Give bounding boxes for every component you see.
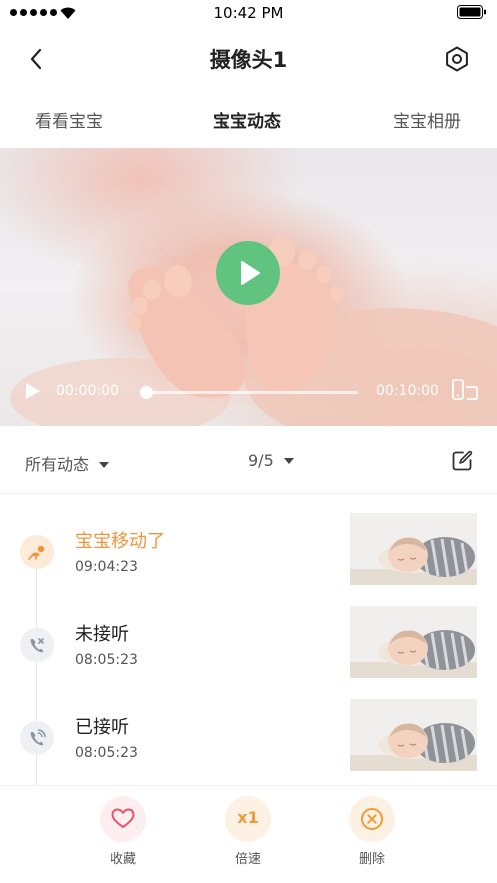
event-icon-badge [20,628,54,662]
speed-button[interactable]: x1 倍速 [213,796,283,867]
event-name: 未接听 [75,624,129,645]
delete-button[interactable]: 删除 [337,796,407,867]
status-bar: 10:42 PM [0,0,497,26]
category-label: 所有动态 [25,455,90,474]
speed-value: x1 [237,808,259,827]
tab-bar: 看看宝宝 宝宝动态 宝宝相册 [0,92,497,148]
date-dropdown[interactable]: 9/5 [248,451,294,470]
tab-baby-activity[interactable]: 宝宝动态 [213,107,281,132]
event-name: 已接听 [75,717,129,738]
navigation-bar: 摄像头1 [0,26,497,92]
event-thumbnail[interactable] [350,699,477,771]
battery-icon [457,5,486,19]
list-item[interactable]: 未接听 08:05:23 [0,606,497,710]
category-dropdown[interactable]: 所有动态 [25,451,110,475]
caret-down-icon [283,457,294,464]
event-thumbnail[interactable] [350,513,477,585]
event-icon-badge [20,721,54,755]
tab-baby-album[interactable]: 宝宝相册 [393,107,461,132]
sleeping-baby-image [350,513,477,585]
tab-watch-baby[interactable]: 看看宝宝 [35,107,103,132]
page-title: 摄像头1 [209,48,288,72]
play-icon [241,261,260,285]
missed-call-icon [30,638,44,653]
control-play-icon[interactable] [24,381,42,401]
answered-call-icon [30,729,46,746]
event-name: 宝宝移动了 [75,531,165,552]
heart-icon [111,808,135,828]
event-icon-badge [20,535,54,569]
speed-label: 倍速 [234,852,261,867]
bottom-action-bar: 收藏 x1 倍速 删除 [0,785,497,883]
close-circle-icon [361,808,383,830]
list-item[interactable]: 宝宝移动了 09:04:23 [0,513,497,617]
gear-icon[interactable] [441,43,473,75]
favorite-button[interactable]: 收藏 [88,796,158,867]
favorite-badge [100,796,146,842]
event-time: 09:04:23 [75,559,138,575]
sleeping-baby-image [350,699,477,771]
play-button[interactable] [216,241,280,305]
favorite-label: 收藏 [109,852,136,867]
baby-crawl-icon [28,545,45,560]
event-time: 08:05:23 [75,652,138,668]
total-time: 00:10:00 [376,383,439,399]
event-time: 08:05:23 [75,745,138,761]
status-time: 10:42 PM [213,4,284,22]
filter-row: 所有动态 9/5 [0,426,497,494]
video-player[interactable]: 00:00:00 00:10:00 [0,148,497,426]
caret-down-icon [99,461,110,468]
speed-badge: x1 [225,796,271,842]
event-thumbnail[interactable] [350,606,477,678]
progress-knob[interactable] [140,386,153,399]
date-label: 9/5 [248,451,274,470]
progress-bar[interactable] [140,386,358,399]
delete-badge [349,796,395,842]
edit-icon[interactable] [451,450,473,472]
delete-label: 删除 [358,852,385,867]
current-time: 00:00:00 [56,383,119,399]
sleeping-baby-image [350,606,477,678]
rotate-screen-icon[interactable] [451,379,479,401]
